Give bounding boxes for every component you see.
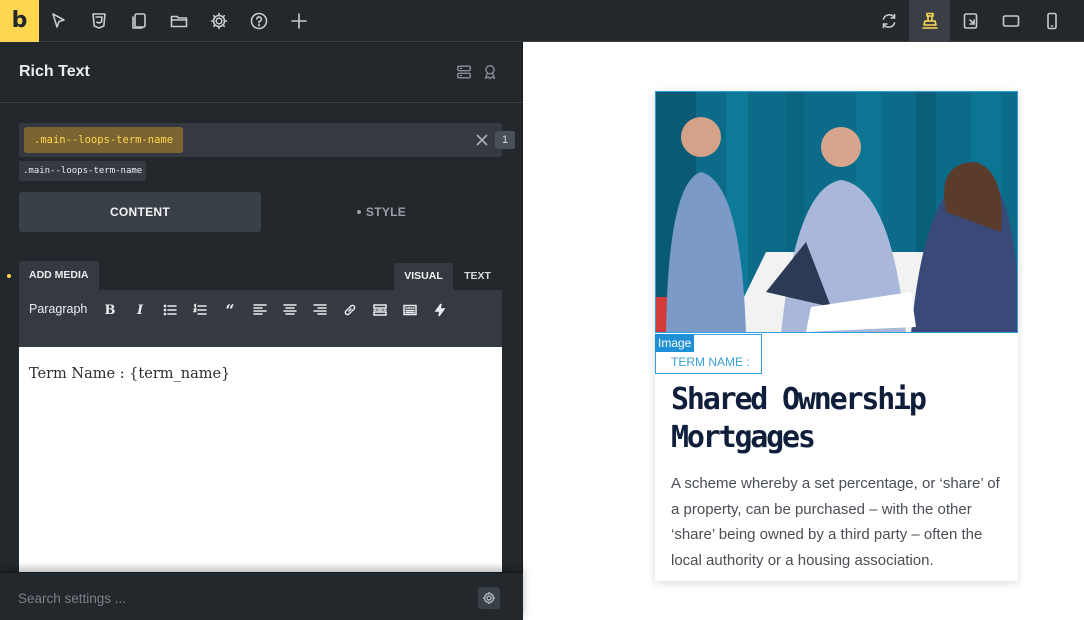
align-center-icon[interactable] [280,300,300,320]
toolbar-toggle-icon[interactable] [400,300,420,320]
link-icon[interactable] [340,300,360,320]
editor-content[interactable]: Term Name : {term_name} [29,366,230,382]
class-name-tag: .main--loops-term-name [19,161,147,181]
modified-indicator-dot [7,274,11,278]
editor-tab-text[interactable]: TEXT [453,263,502,290]
numbered-list-icon[interactable] [190,300,210,320]
card-description[interactable]: A scheme whereby a set percentage, or ‘s… [671,471,1006,573]
image-element-label: Image [655,334,695,352]
select-icon[interactable] [46,8,72,34]
desktop-icon [917,8,943,34]
tablet-icon[interactable] [998,8,1024,34]
refresh-icon[interactable] [876,8,902,34]
brand-logo[interactable]: b [0,0,39,42]
pages-icon[interactable] [126,8,152,34]
tablet-landscape-icon[interactable] [958,8,984,34]
editor-toolbar: Paragraph B I “ [19,290,502,347]
active-class-chip[interactable]: .main--loops-term-name [24,127,184,153]
read-more-icon[interactable] [370,300,390,320]
tab-style[interactable]: STYLE [261,192,502,232]
class-count-badge[interactable]: 1 [495,131,515,149]
convert-component-icon[interactable] [454,62,474,82]
term-name-text[interactable]: TERM NAME : [671,355,750,369]
card-image[interactable] [655,91,1018,333]
award-icon[interactable] [480,62,500,82]
align-left-icon[interactable] [250,300,270,320]
blockquote-icon[interactable]: “ [220,300,240,320]
help-icon[interactable] [246,8,272,34]
add-media-button[interactable]: ADD MEDIA [19,261,99,290]
close-icon[interactable] [474,132,490,148]
css-class-selector[interactable]: .main--loops-term-name 1 [19,123,515,157]
folder-icon[interactable] [166,8,192,34]
style-modified-dot [356,209,361,214]
card-title[interactable]: Shared Ownership Mortgages [671,381,1001,457]
add-icon[interactable] [286,8,312,34]
format-select[interactable]: Paragraph [29,302,87,316]
bold-icon[interactable]: B [100,300,120,320]
bullet-list-icon[interactable] [160,300,180,320]
top-toolbar: b [0,0,1084,42]
settings-icon[interactable] [206,8,232,34]
tab-content[interactable]: CONTENT [19,192,261,232]
panel-header: Rich Text [0,42,523,103]
tab-style-label: STYLE [365,205,407,219]
editor-tab-visual[interactable]: VISUAL [394,263,453,290]
italic-icon[interactable]: I [130,300,150,320]
css3-icon[interactable] [86,8,112,34]
dynamic-data-icon[interactable] [430,300,450,320]
gear-icon[interactable] [478,587,500,609]
rich-text-editor[interactable]: Term Name : {term_name} [19,347,502,572]
panel-title: Rich Text [19,63,90,80]
mobile-icon[interactable] [1039,8,1065,34]
search-settings-bar [0,572,523,620]
align-right-icon[interactable] [310,300,330,320]
element-settings-panel: Rich Text .main--loops-term-name 1 .main… [0,42,523,620]
search-settings-input[interactable] [18,587,418,609]
desktop-breakpoint-active[interactable] [909,0,950,42]
post-card[interactable]: Image TERM NAME : Shared Ownership Mortg… [655,91,1018,581]
